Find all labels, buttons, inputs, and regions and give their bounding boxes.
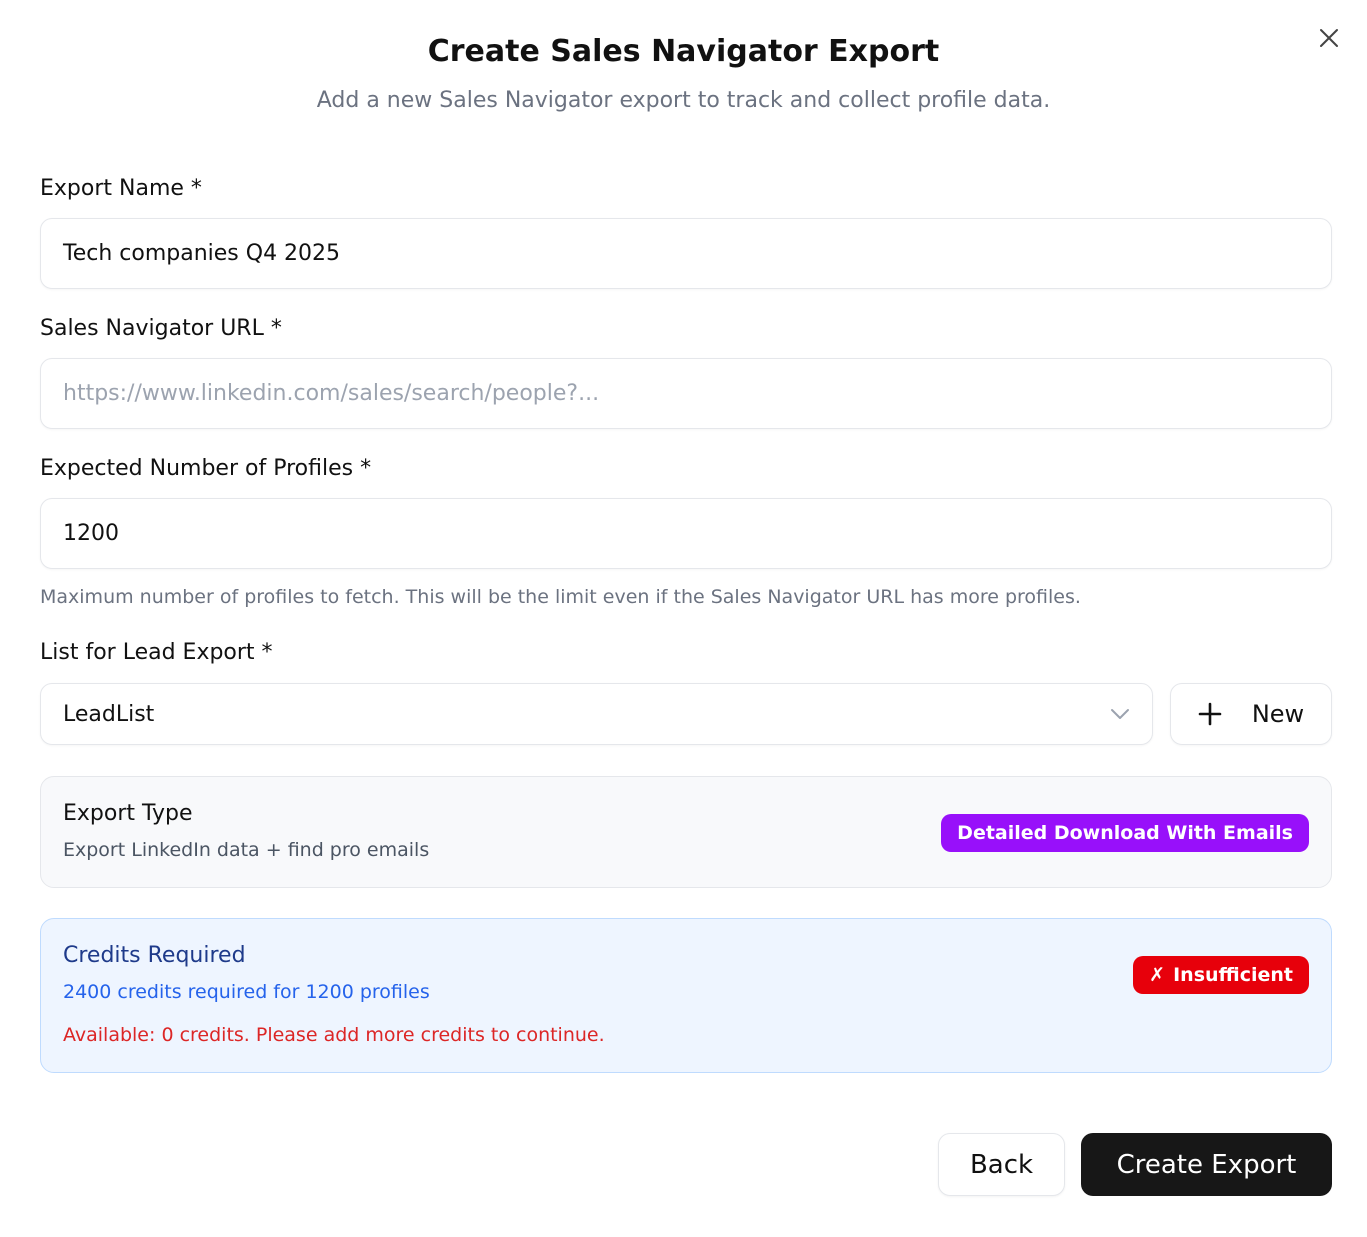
export-type-badge: Detailed Download With Emails — [941, 814, 1309, 852]
insufficient-badge: ✗ Insufficient — [1133, 956, 1309, 994]
create-export-dialog: Create Sales Navigator Export Add a new … — [0, 0, 1367, 1237]
chevron-down-icon — [1111, 709, 1129, 719]
new-list-button-label: New — [1251, 700, 1305, 728]
export-type-description: Export LinkedIn data + find pro emails — [63, 839, 430, 861]
export-name-label: Export Name * — [40, 176, 202, 201]
dialog-subtitle: Add a new Sales Navigator export to trac… — [316, 88, 1051, 113]
insufficient-badge-label: Insufficient — [1173, 964, 1293, 986]
lead-list-select[interactable]: LeadList — [40, 683, 1153, 745]
lead-list-label: List for Lead Export * — [40, 640, 273, 665]
plus-icon — [1198, 702, 1222, 726]
sales-navigator-url-label: Sales Navigator URL * — [40, 316, 282, 341]
new-list-button[interactable]: New — [1170, 683, 1332, 745]
credits-warning-text: Available: 0 credits. Please add more cr… — [63, 1024, 605, 1046]
expected-profiles-hint: Maximum number of profiles to fetch. Thi… — [40, 586, 1081, 608]
expected-profiles-input[interactable]: 1200 — [40, 498, 1332, 569]
back-button[interactable]: Back — [938, 1133, 1065, 1196]
export-type-title: Export Type — [63, 801, 193, 826]
credits-card: Credits Required 2400 credits required f… — [40, 918, 1332, 1073]
x-mark-icon: ✗ — [1149, 964, 1166, 986]
expected-profiles-label: Expected Number of Profiles * — [40, 456, 372, 481]
credits-required-text: 2400 credits required for 1200 profiles — [63, 981, 430, 1003]
lead-list-selected-value: LeadList — [63, 701, 155, 727]
create-export-button[interactable]: Create Export — [1081, 1133, 1332, 1196]
export-type-card: Export Type Export LinkedIn data + find … — [40, 776, 1332, 888]
export-name-input[interactable]: Tech companies Q4 2025 — [40, 218, 1332, 289]
sales-navigator-url-input[interactable]: https://www.linkedin.com/sales/search/pe… — [40, 358, 1332, 429]
dialog-title: Create Sales Navigator Export — [427, 34, 940, 69]
credits-title: Credits Required — [63, 943, 246, 968]
